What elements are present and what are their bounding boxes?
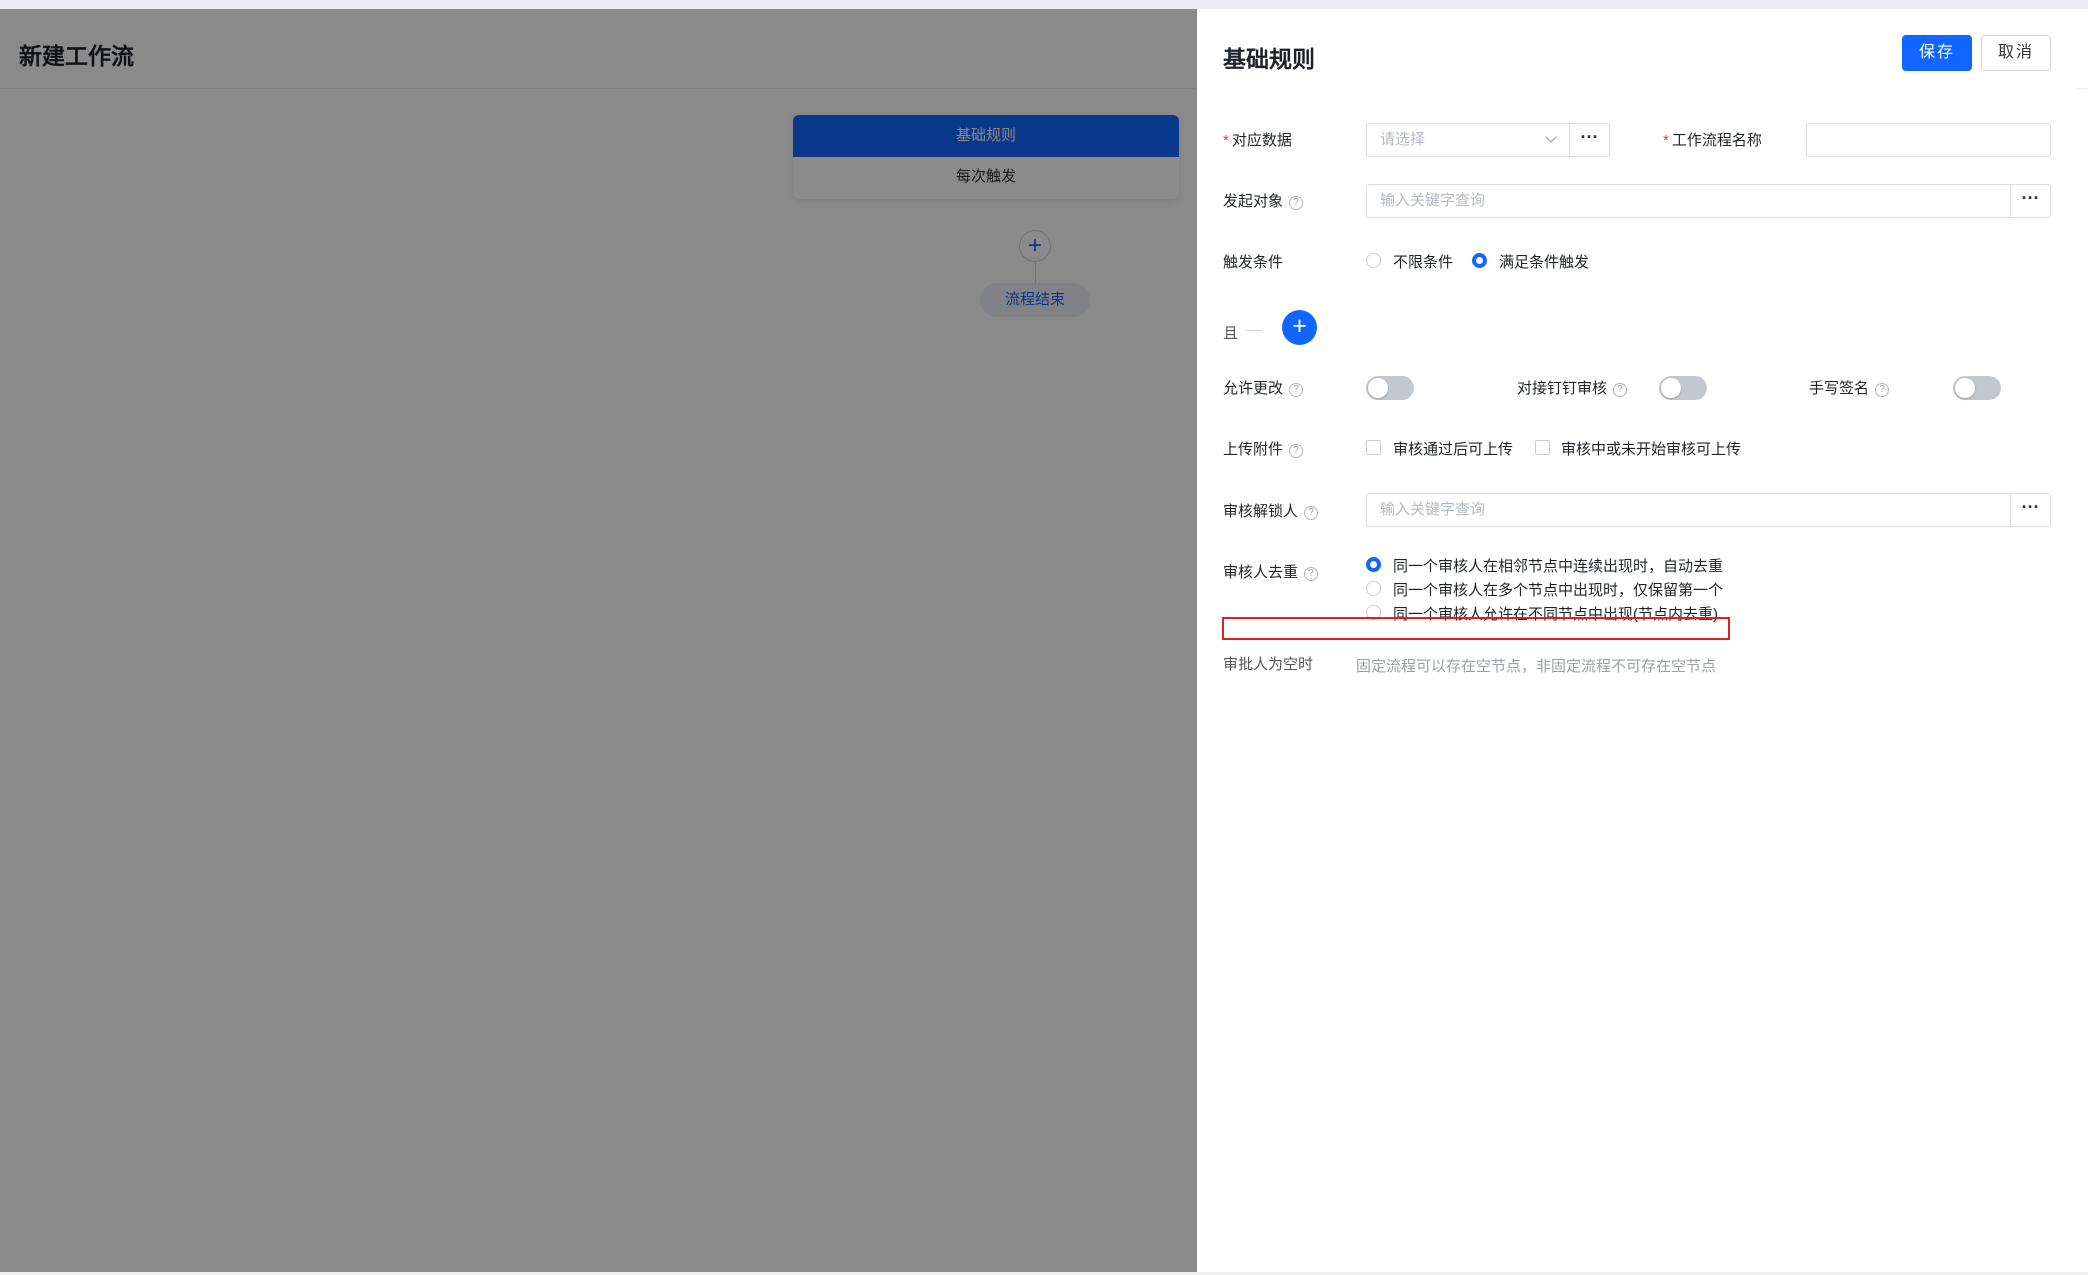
- allow-edit-toggle[interactable]: [1366, 376, 1414, 400]
- help-icon[interactable]: ?: [1289, 444, 1304, 458]
- help-icon[interactable]: ?: [1875, 383, 1890, 397]
- trigger-option-label: 满足条件触发: [1499, 254, 1590, 271]
- unlocker-more-button[interactable]: ···: [2010, 493, 2051, 527]
- trigger-radio-condition[interactable]: [1472, 253, 1487, 268]
- signature-label: 手写签名?: [1809, 377, 1890, 398]
- signature-toggle[interactable]: [1953, 376, 2001, 400]
- data-source-label: * 对应数据: [1223, 132, 1292, 149]
- data-source-select[interactable]: 请选择: [1366, 123, 1570, 157]
- initiator-search-input[interactable]: 输入关键字查询: [1366, 184, 2011, 218]
- dingtalk-label: 对接钉钉审核?: [1517, 377, 1628, 398]
- initiator-more-button[interactable]: ···: [2010, 184, 2051, 218]
- empty-approver-hint: 固定流程可以存在空节点，非固定流程不可存在空节点: [1356, 658, 1717, 675]
- highlight-box: [1222, 617, 1730, 640]
- unlocker-label: 审核解锁人?: [1223, 500, 1319, 521]
- cancel-button[interactable]: 取消: [1981, 35, 2051, 71]
- and-label: 且: [1223, 325, 1239, 342]
- upload-during-review-checkbox[interactable]: [1535, 440, 1550, 455]
- top-strip: [0, 0, 2088, 9]
- required-mark: *: [1663, 132, 1669, 149]
- initiator-label: 发起对象?: [1223, 190, 1304, 211]
- unlocker-search-input[interactable]: 输入关键字查询: [1366, 493, 2011, 527]
- upload-option-label: 审核中或未开始审核可上传: [1561, 441, 1742, 458]
- toggle-knob: [1368, 378, 1388, 398]
- workflow-name-input[interactable]: [1806, 123, 2051, 157]
- toggle-knob: [1661, 378, 1681, 398]
- trigger-radio-unlimited[interactable]: [1366, 253, 1381, 268]
- upload-option-label: 审核通过后可上传: [1393, 441, 1514, 458]
- dedupe-radio-adjacent[interactable]: [1366, 557, 1381, 572]
- dedupe-option-label: 同一个审核人在相邻节点中连续出现时，自动去重: [1393, 558, 1724, 575]
- workflow-name-label: * 工作流程名称: [1663, 132, 1762, 149]
- upload-label: 上传附件?: [1223, 438, 1304, 459]
- upload-after-approval-checkbox[interactable]: [1366, 440, 1381, 455]
- save-button[interactable]: 保存: [1902, 35, 1972, 71]
- help-icon[interactable]: ?: [1289, 383, 1304, 397]
- empty-approver-label: 审批人为空时: [1223, 656, 1314, 673]
- data-source-more-button[interactable]: ···: [1569, 123, 1610, 157]
- drawer-title: 基础规则: [1223, 46, 1315, 72]
- help-icon[interactable]: ?: [1613, 383, 1628, 397]
- dedupe-radio-first[interactable]: [1366, 581, 1381, 596]
- rules-drawer: 基础规则 保存 取消 * 对应数据 请选择 ··· * 工作流程名称 发起对象? 输…: [1197, 13, 2076, 1272]
- dedupe-option-label: 同一个审核人在多个节点中出现时，仅保留第一个: [1393, 582, 1724, 599]
- trigger-label: 触发条件: [1223, 254, 1284, 271]
- chevron-down-icon: [1545, 131, 1557, 143]
- add-condition-button[interactable]: +: [1282, 310, 1317, 345]
- toggle-knob: [1955, 378, 1975, 398]
- help-icon[interactable]: ?: [1304, 567, 1319, 581]
- help-icon[interactable]: ?: [1289, 196, 1304, 210]
- dingtalk-toggle[interactable]: [1659, 376, 1707, 400]
- allow-edit-label: 允许更改?: [1223, 377, 1304, 398]
- required-mark: *: [1223, 132, 1229, 149]
- dedupe-label: 审核人去重?: [1223, 561, 1319, 582]
- help-icon[interactable]: ?: [1304, 506, 1319, 520]
- modal-overlay[interactable]: [0, 9, 1197, 1272]
- trigger-option-label: 不限条件: [1393, 254, 1454, 271]
- and-connector: [1246, 330, 1262, 331]
- workflow-editor: 新建工作流 基础规则 每次触发 + 流程结束 基础规则 保存 取消 * 对应数据 …: [0, 9, 2088, 1272]
